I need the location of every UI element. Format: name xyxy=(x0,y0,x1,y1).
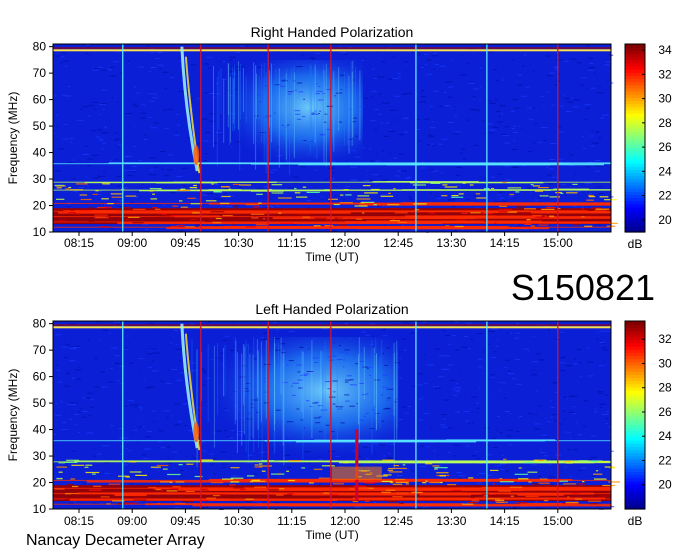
colorbar-tick-label: 20 xyxy=(658,213,672,227)
event-label: S150821 xyxy=(511,267,655,308)
colorbar-tick-label: 32 xyxy=(658,67,672,81)
x-tick-label: 13:30 xyxy=(436,236,466,250)
x-tick-label: 15:00 xyxy=(543,514,573,528)
chart-title: Left Handed Polarization xyxy=(255,301,408,317)
instrument-label: Nancay Decameter Array xyxy=(26,532,205,549)
colorbar-tick-label: 28 xyxy=(658,381,672,395)
x-tick-label: 14:15 xyxy=(490,514,520,528)
colorbar-tick-label: 24 xyxy=(658,429,672,443)
y-tick-label: 10 xyxy=(33,502,47,516)
y-tick-label: 70 xyxy=(33,66,47,80)
x-tick-label: 09:45 xyxy=(170,236,200,250)
y-tick-label: 50 xyxy=(33,119,47,133)
colorbar-label: dB xyxy=(628,514,643,528)
y-tick-label: 80 xyxy=(33,317,47,331)
colorbar-tick-label: 26 xyxy=(658,405,672,419)
x-axis-label: Time (UT) xyxy=(305,528,359,542)
colorbar: 20 22 24 26 28 30 32 34 dB xyxy=(624,43,672,251)
chart-title: Right Handed Polarization xyxy=(251,24,414,40)
y-axis-label: Frequency (MHz) xyxy=(6,92,20,185)
y-tick-label: 30 xyxy=(33,449,47,463)
colorbar-tick-label: 20 xyxy=(658,478,672,492)
y-tick-label: 80 xyxy=(33,40,47,54)
top-band xyxy=(53,49,611,52)
x-tick-label: 09:00 xyxy=(117,236,147,250)
y-tick-label: 20 xyxy=(33,476,47,490)
y-tick-label: 40 xyxy=(33,423,47,437)
x-tick-label: 10:30 xyxy=(224,236,254,250)
colorbar-tick-label: 32 xyxy=(658,332,672,346)
x-tick-label: 14:15 xyxy=(490,236,520,250)
y-tick-label: 50 xyxy=(33,396,47,410)
x-tick-label: 11:15 xyxy=(277,236,306,250)
narrow-spike xyxy=(355,429,359,502)
x-tick-label: 10:30 xyxy=(224,514,254,528)
colorbar-label: dB xyxy=(628,237,643,251)
colorbar: 20 22 24 26 28 30 32 dB xyxy=(624,320,672,528)
right-polarization-panel: Right Handed Polarization 08:15 09:00 09:45… xyxy=(6,24,672,264)
diffuse-emission xyxy=(191,336,399,457)
y-axis-label: Frequency (MHz) xyxy=(6,369,20,462)
y-tick-label: 60 xyxy=(33,93,47,107)
y-tick-label: 40 xyxy=(33,146,47,160)
y-tick-label: 20 xyxy=(33,199,47,213)
x-tick-label: 12:00 xyxy=(330,514,360,528)
colorbar-tick-label: 34 xyxy=(658,43,672,57)
y-tick-label: 10 xyxy=(33,225,47,239)
x-tick-label: 12:00 xyxy=(330,236,360,250)
colorbar-tick-label: 26 xyxy=(658,140,672,154)
colorbar-tick-label: 22 xyxy=(658,189,672,203)
colorbar-tick-label: 30 xyxy=(658,356,672,370)
colorbar-tick-label: 30 xyxy=(658,92,672,106)
y-tick-label: 60 xyxy=(33,370,47,384)
y-tick-label: 30 xyxy=(33,172,47,186)
x-tick-label: 12:45 xyxy=(383,514,413,528)
y-tick-label: 70 xyxy=(33,343,47,357)
x-tick-label: 11:15 xyxy=(277,514,306,528)
colorbar-tick-label: 22 xyxy=(658,453,672,467)
top-band xyxy=(53,326,611,329)
x-axis-label: Time (UT) xyxy=(305,250,359,264)
colorbar-tick-label: 24 xyxy=(658,164,672,178)
x-tick-label: 15:00 xyxy=(543,236,573,250)
x-tick-label: 09:00 xyxy=(117,514,147,528)
spectrogram-figure: Right Handed Polarization 08:15 09:00 09:45… xyxy=(6,24,672,549)
left-polarization-panel: Left Handed Polarization 08:15 09:00 09:45 1… xyxy=(6,301,672,542)
x-tick-label: 09:45 xyxy=(170,514,200,528)
x-tick-label: 08:15 xyxy=(64,514,94,528)
colorbar-tick-label: 28 xyxy=(658,116,672,130)
x-tick-label: 12:45 xyxy=(383,236,413,250)
x-tick-label: 08:15 xyxy=(64,236,94,250)
x-tick-label: 13:30 xyxy=(436,514,466,528)
